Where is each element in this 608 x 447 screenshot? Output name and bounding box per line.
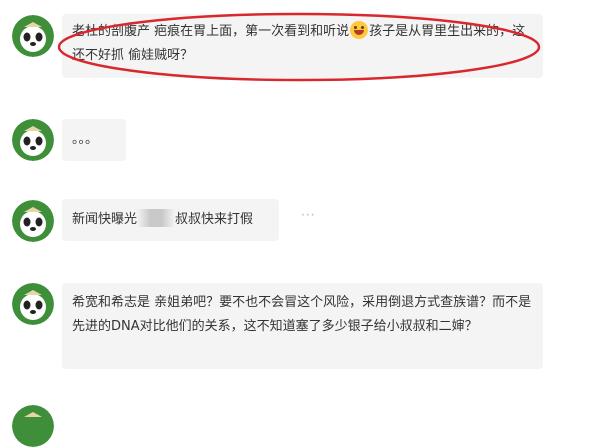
comment-text: 叔叔快来打假 bbox=[175, 212, 254, 227]
panda-avatar-icon bbox=[12, 15, 54, 57]
avatar[interactable] bbox=[12, 283, 54, 325]
comment-bubble: 。。。 bbox=[62, 119, 126, 161]
grinning-face-emoji-icon bbox=[350, 21, 369, 39]
comment-bubble: 希宽和希志是 亲姐弟吧？要不也不会冒这个风险，采用倒退方式查族谱？而不是先进的D… bbox=[62, 283, 543, 369]
comment-text: 希宽和希志是 亲姐弟吧？要不也不会冒这个风险，采用倒退方式查族谱？而不是先进的D… bbox=[72, 295, 532, 334]
panda-avatar-icon bbox=[12, 405, 54, 447]
avatar[interactable] bbox=[12, 200, 54, 242]
comment-text: 新闻快曝光 bbox=[72, 212, 138, 227]
panda-avatar-icon bbox=[12, 200, 54, 242]
comment-bubble: 老杜的剖腹产 疤痕在胃上面，第一次看到和听说 孩子是从胃里生出来的，这还不好抓 偷… bbox=[62, 14, 543, 78]
blurred-name bbox=[137, 209, 176, 227]
panda-avatar-icon bbox=[12, 119, 54, 161]
comment-text: 老杜的剖腹产 疤痕在胃上面，第一次看到和听说 bbox=[72, 24, 350, 39]
more-options-icon[interactable]: ··· bbox=[301, 208, 315, 222]
avatar[interactable] bbox=[12, 405, 54, 447]
panda-avatar-icon bbox=[12, 283, 54, 325]
avatar[interactable] bbox=[12, 15, 54, 57]
comment-bubble: 新闻快曝光 叔叔快来打假 bbox=[62, 199, 279, 241]
avatar[interactable] bbox=[12, 119, 54, 161]
comment-text: 。。。 bbox=[72, 132, 99, 147]
